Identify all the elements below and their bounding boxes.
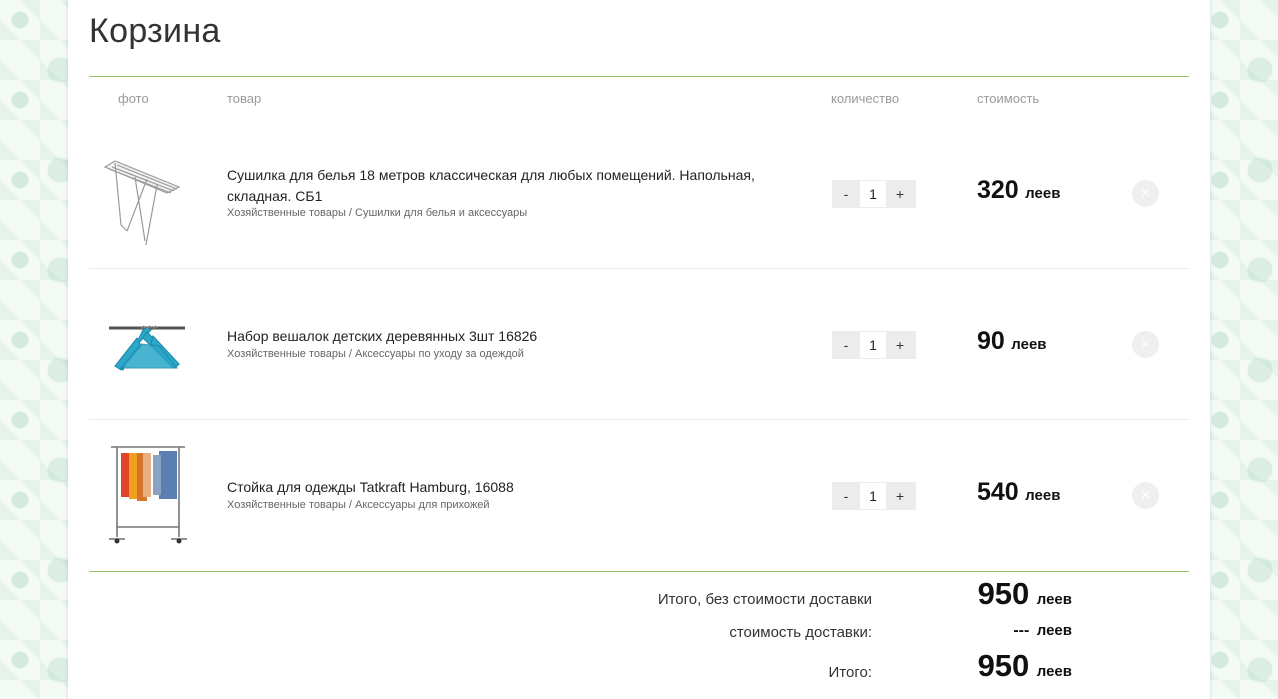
column-header-photo: фото	[118, 91, 149, 106]
delivery-value: --- леев	[1013, 622, 1072, 640]
product-category: Хозяйственные товары / Аксессуары по ухо…	[227, 348, 524, 360]
row-divider	[89, 268, 1189, 269]
remove-item-button[interactable]: ×	[1132, 482, 1159, 509]
increase-quantity-button[interactable]: +	[886, 331, 914, 359]
product-category: Хозяйственные товары / Сушилки для белья…	[227, 207, 528, 219]
delivery-label: стоимость доставки:	[729, 624, 872, 641]
item-price-currency: леев	[1011, 336, 1047, 353]
item-price: 540 леев	[977, 478, 1060, 507]
close-icon: ×	[1140, 336, 1151, 353]
cart-row: Стойка для одежды Tatkraft Hamburg, 1608…	[89, 421, 1189, 571]
column-header-cost: стоимость	[977, 91, 1040, 106]
decrease-quantity-button[interactable]: -	[832, 180, 860, 208]
product-category: Хозяйственные товары / Аксессуары для пр…	[227, 499, 490, 511]
decrease-quantity-button[interactable]: -	[832, 482, 860, 510]
total-value: 950 леев	[978, 648, 1072, 684]
product-image-drying-rack[interactable]	[97, 149, 197, 262]
summary-divider	[89, 571, 1189, 572]
decrease-quantity-button[interactable]: -	[832, 331, 860, 359]
row-divider	[89, 419, 1189, 420]
quantity-input[interactable]: 1	[860, 181, 886, 207]
close-icon: ×	[1140, 185, 1151, 202]
item-price-currency: леев	[1025, 185, 1061, 202]
quantity-stepper: - 1 +	[832, 180, 916, 208]
subtotal-value: 950 леев	[978, 576, 1072, 612]
item-price: 320 леев	[977, 176, 1060, 205]
subtotal-amount: 950	[977, 576, 1030, 611]
product-image-clothes-rack[interactable]	[97, 443, 197, 544]
delivery-currency: леев	[1036, 622, 1072, 639]
subtotal-label: Итого, без стоимости доставки	[657, 591, 872, 608]
product-name-link[interactable]: Набор вешалок детских деревянных 3шт 168…	[227, 326, 767, 347]
quantity-stepper: - 1 +	[832, 331, 916, 359]
item-price-value: 320	[977, 176, 1019, 204]
column-header-quantity: количество	[831, 91, 900, 106]
remove-item-button[interactable]: ×	[1132, 331, 1159, 358]
page-title: Корзина	[89, 12, 221, 50]
cart-panel: Корзина фото товар количество стоимость	[68, 0, 1210, 699]
increase-quantity-button[interactable]: +	[886, 180, 914, 208]
increase-quantity-button[interactable]: +	[886, 482, 914, 510]
total-label: Итого:	[828, 664, 872, 681]
product-name-link[interactable]: Стойка для одежды Tatkraft Hamburg, 1608…	[227, 477, 767, 498]
total-currency: леев	[1036, 663, 1072, 680]
column-header-product: товар	[227, 91, 262, 106]
remove-item-button[interactable]: ×	[1132, 180, 1159, 207]
quantity-input[interactable]: 1	[860, 483, 886, 509]
quantity-input[interactable]: 1	[860, 332, 886, 358]
product-image-hangers[interactable]	[97, 300, 197, 396]
quantity-stepper: - 1 +	[832, 482, 916, 510]
total-amount: 950	[977, 648, 1030, 683]
product-name-link[interactable]: Сушилка для белья 18 метров классическая…	[227, 165, 767, 207]
close-icon: ×	[1140, 487, 1151, 504]
cart-row: Сушилка для белья 18 метров классическая…	[89, 119, 1189, 269]
item-price-value: 540	[977, 478, 1019, 506]
item-price-value: 90	[977, 327, 1005, 355]
item-price: 90 леев	[977, 327, 1047, 356]
subtotal-currency: леев	[1036, 591, 1072, 608]
header-divider	[89, 76, 1189, 77]
cart-row: Набор вешалок детских деревянных 3шт 168…	[89, 270, 1189, 420]
delivery-amount: ---	[1013, 622, 1030, 639]
item-price-currency: леев	[1025, 487, 1061, 504]
